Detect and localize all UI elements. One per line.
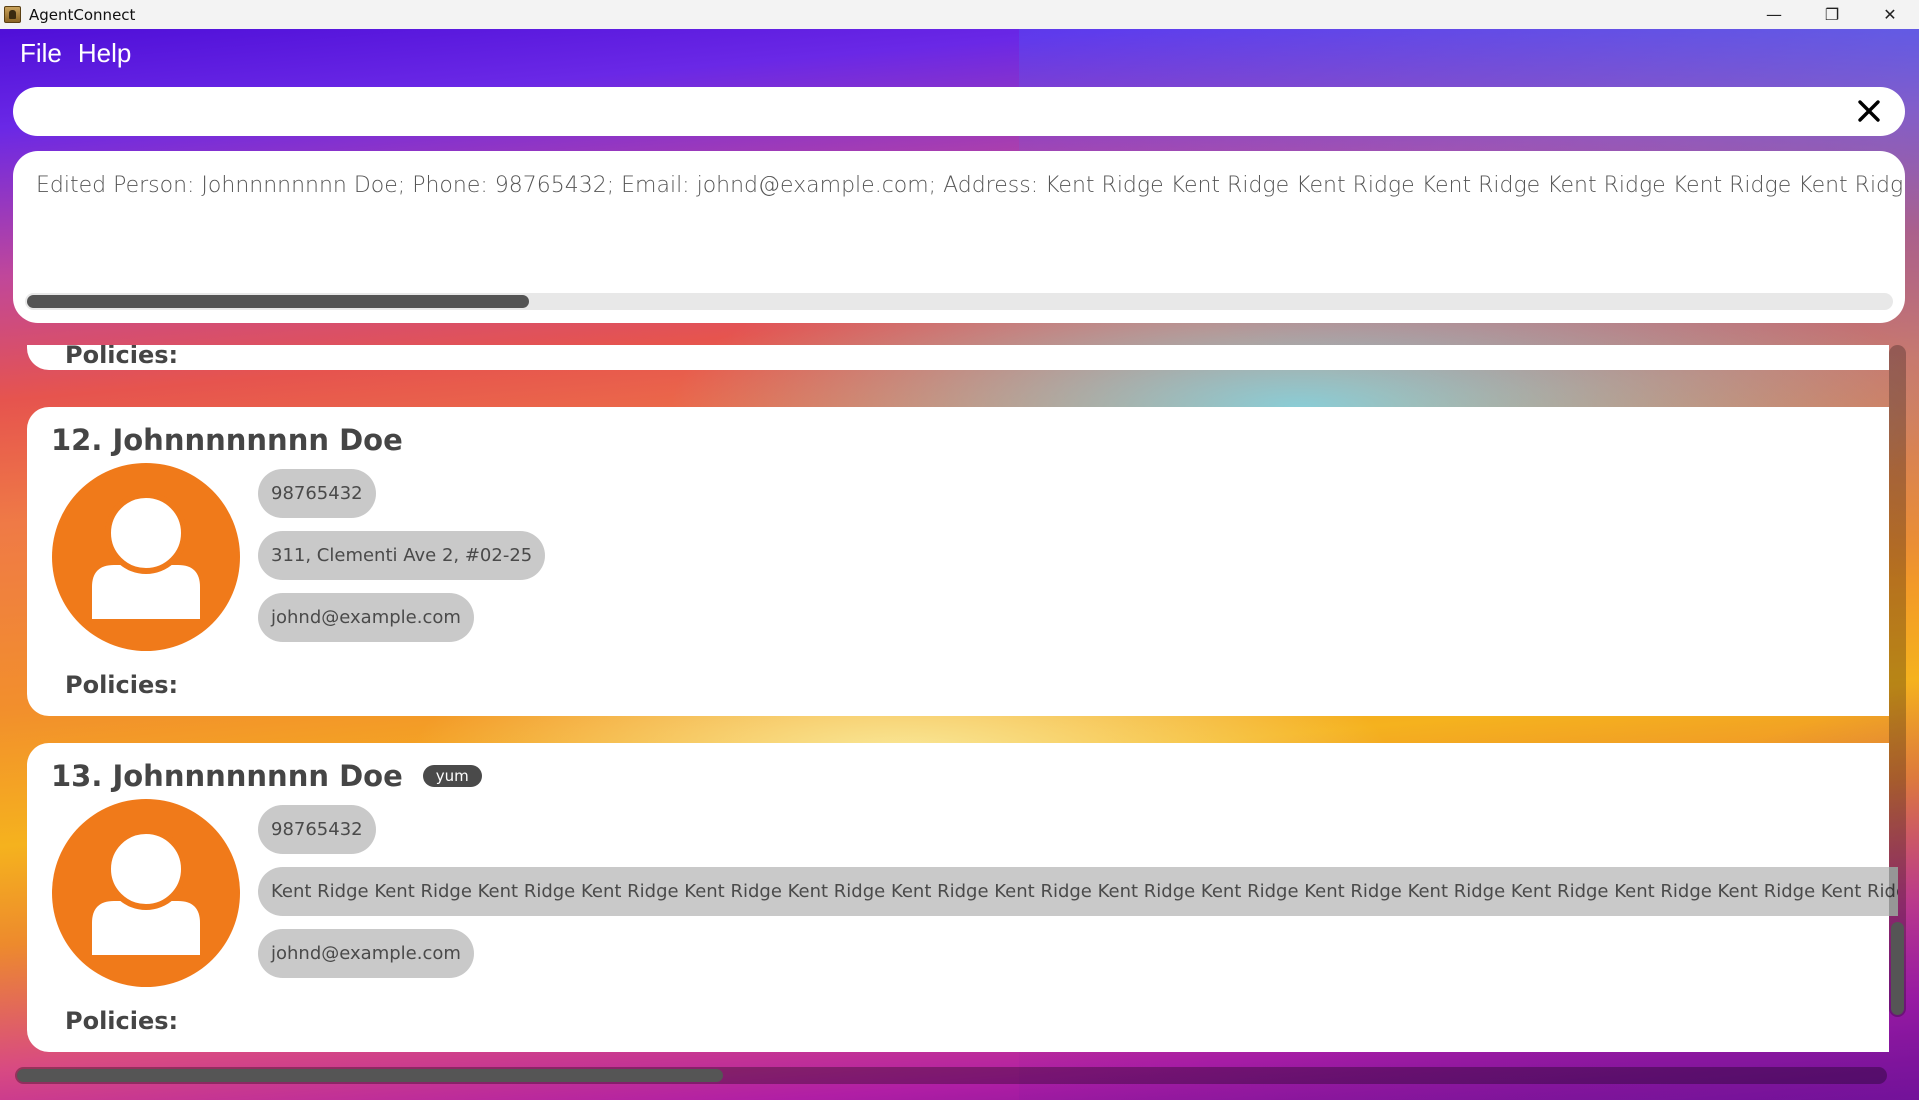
email-pill: johnd@example.com	[258, 929, 474, 978]
person-card-13[interactable]: 13. Johnnnnnnnn Doe yum 98765432 Kent Ri…	[27, 743, 1898, 1052]
person-card-partial[interactable]: Policies:	[27, 345, 1889, 370]
list-vertical-scrollbar-track[interactable]	[1889, 345, 1906, 1017]
command-box	[13, 87, 1905, 138]
close-window-button[interactable]: ✕	[1861, 0, 1919, 29]
command-input[interactable]	[33, 87, 1837, 138]
result-text: Edited Person: Johnnnnnnnn Doe; Phone: 9…	[36, 173, 1905, 198]
result-scrollbar-thumb[interactable]	[27, 295, 529, 308]
person-icon	[52, 463, 240, 651]
address-pill: Kent Ridge Kent Ridge Kent Ridge Kent Ri…	[258, 867, 1898, 916]
result-display: Edited Person: Johnnnnnnnn Doe; Phone: 9…	[13, 151, 1905, 323]
email-pill: johnd@example.com	[258, 593, 474, 642]
person-list: Policies: 12. Johnnnnnnnn Doe 98765432 3…	[0, 345, 1919, 1073]
person-name: 12. Johnnnnnnnn Doe	[51, 423, 403, 457]
window-controls: — ❐ ✕	[1745, 0, 1919, 29]
phone-pill: 98765432	[258, 469, 376, 518]
name-row: 13. Johnnnnnnnn Doe yum	[51, 759, 482, 793]
list-vertical-scrollbar-thumb[interactable]	[1891, 922, 1904, 1015]
window-title: AgentConnect	[29, 5, 136, 24]
title-bar: AgentConnect — ❐ ✕	[0, 0, 1919, 29]
policies-label: Policies:	[65, 345, 179, 369]
person-name: 13. Johnnnnnnnn Doe	[51, 759, 403, 793]
person-icon	[52, 799, 240, 987]
menu-bar: File Help	[12, 36, 139, 70]
close-icon[interactable]	[1855, 97, 1883, 125]
restore-button[interactable]: ❐	[1803, 0, 1861, 29]
policies-label: Policies:	[65, 671, 179, 699]
list-horizontal-scrollbar-thumb[interactable]	[17, 1069, 723, 1082]
phone-pill: 98765432	[258, 805, 376, 854]
menu-file[interactable]: File	[12, 38, 70, 69]
address-pill: 311, Clementi Ave 2, #02-25	[258, 531, 546, 580]
minimize-button[interactable]: —	[1745, 0, 1803, 29]
policies-label: Policies:	[65, 1007, 179, 1035]
app-icon	[4, 6, 21, 23]
menu-help[interactable]: Help	[70, 38, 139, 69]
tag-badge: yum	[422, 765, 482, 787]
person-card-12[interactable]: 12. Johnnnnnnnn Doe 98765432 311, Clemen…	[27, 407, 1889, 716]
